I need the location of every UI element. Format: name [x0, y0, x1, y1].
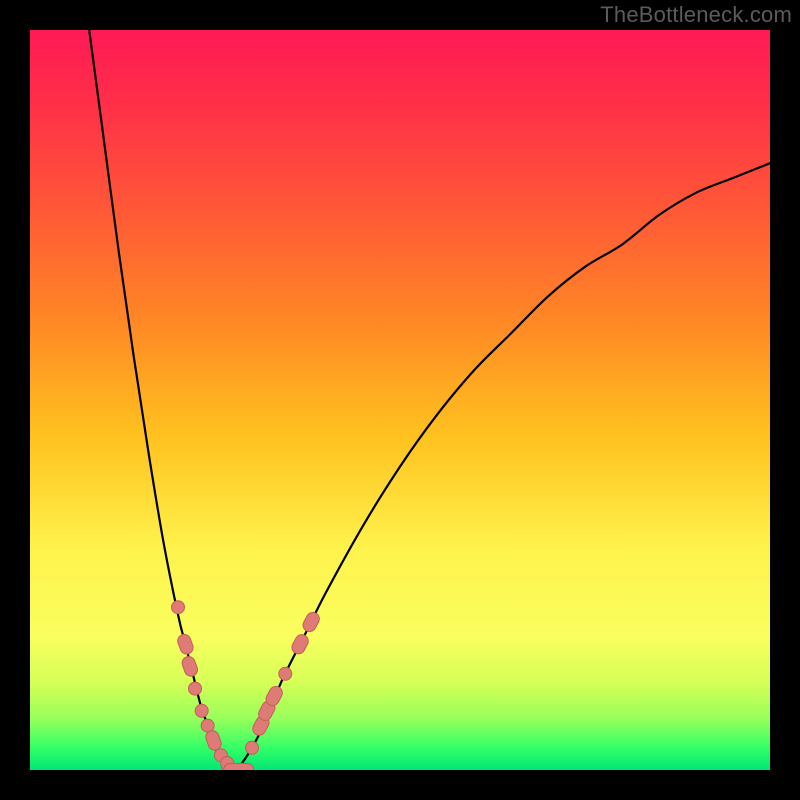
- data-marker: [176, 633, 195, 656]
- chart-frame: TheBottleneck.com: [0, 0, 800, 800]
- curve-right-branch: [237, 163, 770, 770]
- data-marker: [279, 667, 292, 680]
- chart-svg: [30, 30, 770, 770]
- data-marker: [172, 601, 185, 614]
- data-marker: [180, 655, 199, 678]
- data-marker: [246, 741, 259, 754]
- data-marker: [224, 764, 254, 771]
- data-marker: [301, 610, 322, 634]
- watermark-text: TheBottleneck.com: [600, 2, 792, 28]
- data-marker: [195, 704, 208, 717]
- data-marker: [189, 682, 202, 695]
- curve-left-branch: [89, 30, 230, 770]
- plot-area: [30, 30, 770, 770]
- marker-layer: [172, 601, 322, 770]
- data-marker: [290, 632, 311, 656]
